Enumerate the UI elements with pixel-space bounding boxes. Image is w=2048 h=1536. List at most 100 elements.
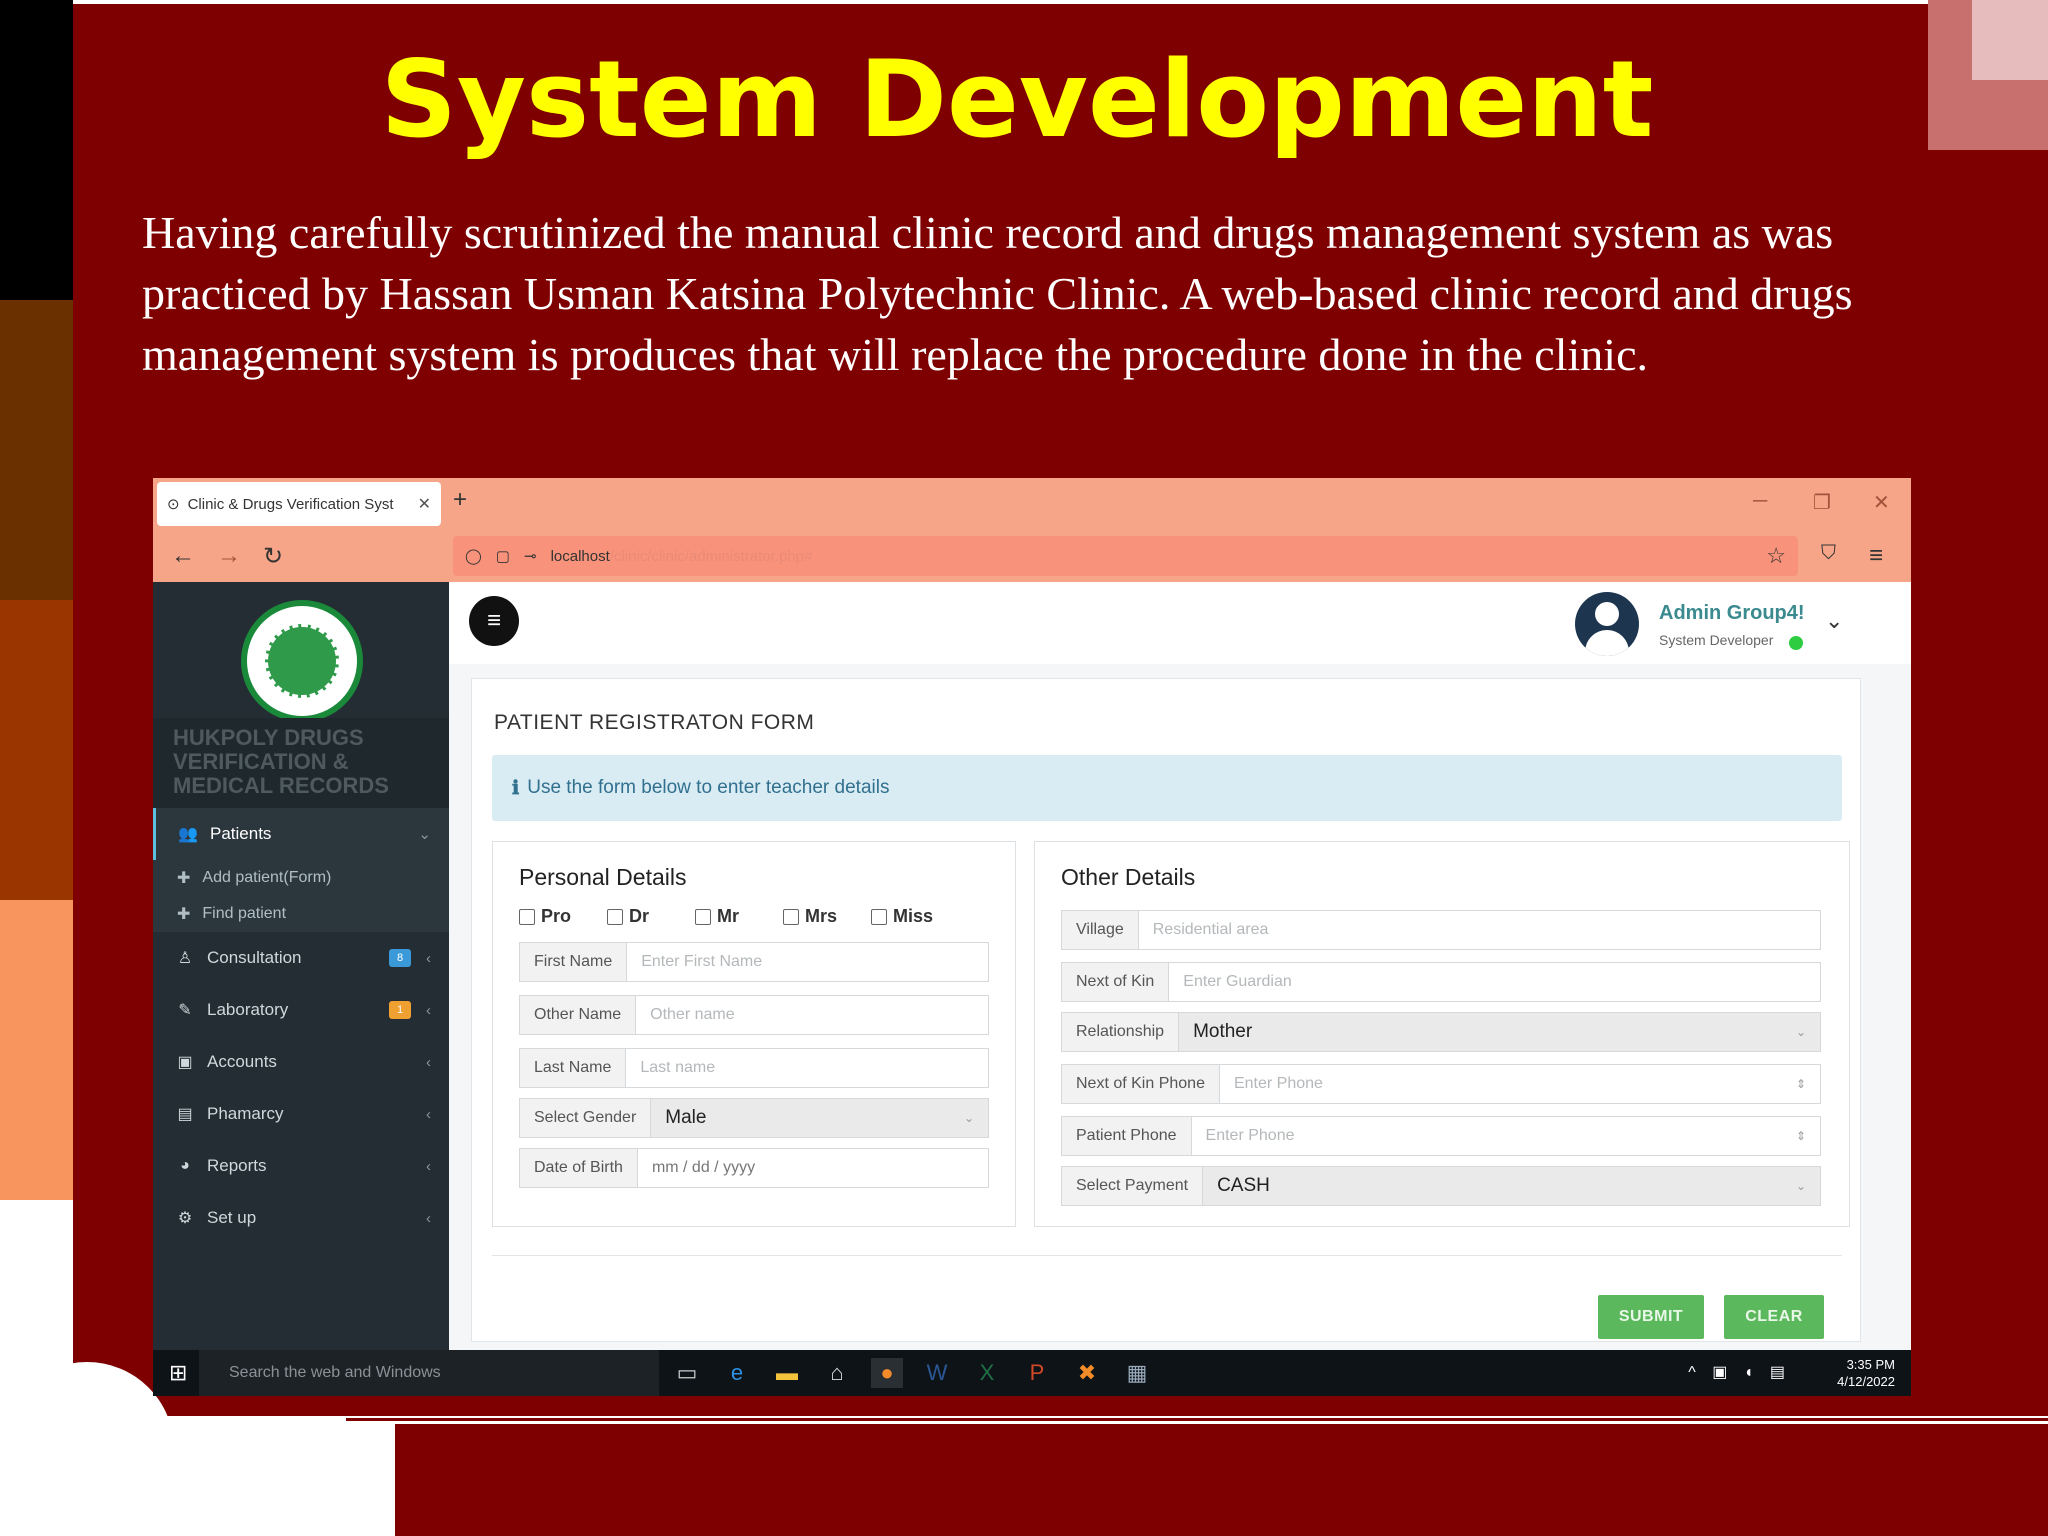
browser-tab[interactable]: ⊙ Clinic & Drugs Verification Syst ✕ [157, 482, 441, 526]
field-label: Patient Phone [1062, 1117, 1192, 1155]
spinner-icon[interactable]: ⇕ [1796, 1129, 1806, 1143]
last-name-field[interactable]: Last Name Last name [519, 1048, 989, 1088]
new-tab-icon[interactable]: + [453, 486, 467, 514]
village-field[interactable]: Village Residential area [1061, 910, 1821, 950]
menu-icon[interactable]: ≡ [1869, 542, 1883, 570]
first-name-field[interactable]: First Name Enter First Name [519, 942, 989, 982]
gender-select-field[interactable]: Select Gender Male ⌄ [519, 1098, 989, 1138]
kin-phone-field[interactable]: Next of Kin Phone Enter Phone ⇕ [1061, 1064, 1821, 1104]
taskbar-search[interactable]: Search the web and Windows [199, 1350, 659, 1396]
first-name-input[interactable]: Enter First Name [627, 953, 988, 971]
avatar[interactable] [1575, 592, 1639, 656]
gender-select[interactable]: Male ⌄ [651, 1099, 988, 1137]
next-of-kin-field[interactable]: Next of Kin Enter Guardian [1061, 962, 1821, 1002]
top-header: ≡ Admin Group4! System Developer ⌄ [449, 582, 1911, 664]
clear-button[interactable]: CLEAR [1724, 1295, 1824, 1339]
powerpoint-icon[interactable]: P [1021, 1358, 1053, 1388]
sidebar-item-accounts[interactable]: ▣ Accounts ‹ [153, 1036, 449, 1088]
xampp-icon[interactable]: ✖ [1071, 1358, 1103, 1388]
firefox-icon[interactable]: ● [871, 1358, 903, 1388]
close-window-icon[interactable]: ✕ [1873, 490, 1890, 515]
other-name-field[interactable]: Other Name Other name [519, 995, 989, 1035]
calculator-icon[interactable]: ▦ [1121, 1358, 1153, 1388]
sidebar-item-label: Reports [207, 1156, 267, 1175]
address-bar[interactable]: ◯ ▢ ⊸ localhost/clinic/clinic/administra… [453, 536, 1798, 576]
side-strip-black [0, 0, 73, 300]
sidebar-item-reports[interactable]: ◕ Reports ‹ [153, 1140, 449, 1192]
kin-phone-input[interactable]: Enter Phone ⇕ [1220, 1075, 1820, 1093]
sidebar-subitem-find-patient[interactable]: ✚ Find patient [153, 896, 449, 932]
file-explorer-icon[interactable]: ▬ [771, 1358, 803, 1388]
sidebar-item-laboratory[interactable]: ✎ Laboratory 1 ‹ [153, 984, 449, 1036]
user-name[interactable]: Admin Group4! [1659, 602, 1805, 625]
main-content: ≡ Admin Group4! System Developer ⌄ PATIE… [449, 582, 1911, 1350]
system-tray-icons[interactable]: ^ ▣ ◖ ▤ [1688, 1362, 1791, 1382]
reload-icon[interactable]: ↻ [263, 542, 283, 571]
store-icon[interactable]: ⌂ [821, 1358, 853, 1388]
chevron-down-icon: ⌄ [1795, 1025, 1806, 1039]
syringe-icon: ✎ [178, 1002, 192, 1019]
slide-title: System Development [380, 38, 1654, 161]
windows-start-icon[interactable]: ⊞ [169, 1360, 187, 1386]
dob-input[interactable]: mm / dd / yyyy [638, 1159, 988, 1177]
sidebar-item-label: Phamarcy [207, 1104, 284, 1123]
user-role: System Developer [1659, 632, 1774, 648]
url-host: localhost [550, 547, 610, 565]
form-title: PATIENT REGISTRATON FORM [494, 711, 815, 734]
checkbox-miss[interactable]: Miss [871, 906, 959, 927]
checkbox-icon [695, 908, 711, 925]
sidebar-subitem-label: Find patient [202, 905, 287, 922]
sidebar-item-label: Laboratory [207, 1000, 289, 1019]
forward-icon[interactable]: → [217, 542, 241, 570]
sidebar-item-consultation[interactable]: ♙ Consultation 8 ‹ [153, 932, 449, 984]
checkbox-mr[interactable]: Mr [695, 906, 783, 927]
tab-title: Clinic & Drugs Verification Syst [187, 495, 394, 513]
checkbox-dr[interactable]: Dr [607, 906, 695, 927]
patient-phone-input[interactable]: Enter Phone ⇕ [1192, 1127, 1820, 1145]
next-of-kin-input[interactable]: Enter Guardian [1169, 973, 1820, 991]
submit-button[interactable]: SUBMIT [1598, 1295, 1704, 1339]
cogs-icon: ⚙ [177, 1210, 193, 1227]
close-tab-icon[interactable]: ✕ [418, 494, 431, 514]
sidebar-item-pharmacy[interactable]: ▤ Phamarcy ‹ [153, 1088, 449, 1140]
dob-field[interactable]: Date of Birth mm / dd / yyyy [519, 1148, 989, 1188]
last-name-input[interactable]: Last name [626, 1059, 988, 1077]
chevron-down-icon[interactable]: ⌄ [1825, 608, 1843, 634]
hamburger-menu-icon[interactable]: ≡ [469, 596, 519, 646]
relationship-select[interactable]: Mother ⌄ [1179, 1013, 1820, 1051]
task-view-icon[interactable]: ▭ [671, 1358, 703, 1388]
village-input[interactable]: Residential area [1139, 921, 1820, 939]
back-icon[interactable]: ← [171, 542, 195, 570]
pocket-icon[interactable]: ⛉ [1821, 542, 1836, 565]
sidebar-item-patients[interactable]: 👥 Patients ⌄ [153, 808, 449, 860]
side-strip-brown [0, 300, 73, 600]
bookmark-star-icon[interactable]: ☆ [1766, 543, 1786, 569]
relationship-select-field[interactable]: Relationship Mother ⌄ [1061, 1012, 1821, 1052]
briefcase-icon: ▤ [177, 1106, 193, 1123]
browser-nav-bar: ← → ↻ ◯ ▢ ⊸ localhost/clinic/clinic/admi… [153, 530, 1911, 582]
word-icon[interactable]: W [921, 1358, 953, 1388]
checkbox-pro[interactable]: Pro [519, 906, 607, 927]
other-name-input[interactable]: Other name [636, 1006, 988, 1024]
shield-icon: ◯ [465, 548, 482, 565]
edge-icon[interactable]: e [721, 1358, 753, 1388]
field-label: Relationship [1062, 1013, 1180, 1051]
patient-phone-field[interactable]: Patient Phone Enter Phone ⇕ [1061, 1116, 1821, 1156]
payment-select[interactable]: CASH ⌄ [1203, 1167, 1820, 1205]
sidebar-subitem-add-patient[interactable]: ✚ Add patient(Form) [153, 860, 449, 896]
minimize-icon[interactable]: ─ [1753, 490, 1767, 513]
sidebar-item-setup[interactable]: ⚙ Set up ‹ [153, 1192, 449, 1244]
online-status-icon [1789, 636, 1803, 650]
app-screenshot: ⊙ Clinic & Drugs Verification Syst ✕ + ─… [153, 478, 1911, 1396]
excel-icon[interactable]: X [971, 1358, 1003, 1388]
chevron-left-icon: ‹ [426, 1157, 431, 1175]
payment-select-field[interactable]: Select Payment CASH ⌄ [1061, 1166, 1821, 1206]
info-icon: ℹ [512, 777, 520, 799]
field-label: Next of Kin [1062, 963, 1170, 1001]
restore-icon[interactable]: ❐ [1813, 490, 1831, 515]
sidebar-subitem-label: Add patient(Form) [202, 869, 332, 886]
checkbox-mrs[interactable]: Mrs [783, 906, 871, 927]
spinner-icon[interactable]: ⇕ [1796, 1077, 1806, 1091]
sidebar-item-label: Consultation [207, 948, 302, 967]
taskbar-clock[interactable]: 3:35 PM 4/12/2022 [1837, 1356, 1895, 1390]
